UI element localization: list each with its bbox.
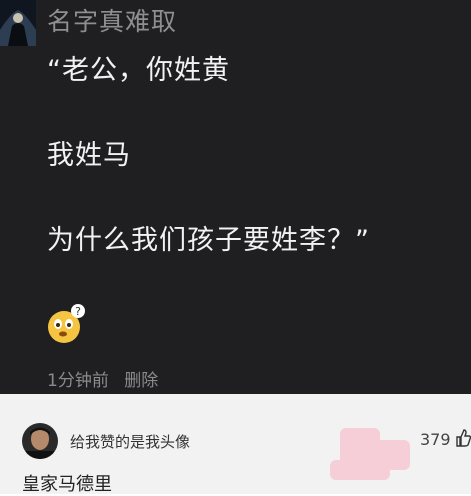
svg-text:?: ? (75, 305, 81, 318)
post-avatar[interactable] (0, 0, 36, 46)
thinking-face-emoji-icon: ? (44, 302, 88, 346)
post-text-line-3: 为什么我们孩子要姓李？” (47, 225, 370, 256)
comment-username[interactable]: 给我赞的是我头像 (70, 431, 190, 452)
post-username[interactable]: 名字真难取 (47, 2, 177, 38)
post-text-line-1: “老公，你姓黄 (47, 55, 230, 86)
post-meta: 1分钟前 删除 (47, 366, 168, 391)
comment-avatar[interactable] (22, 423, 58, 459)
watermark-blur (330, 420, 420, 490)
comment-like-count: 379 (420, 430, 451, 449)
delete-button[interactable]: 删除 (124, 371, 158, 391)
post-text-line-2: 我姓马 (47, 140, 131, 171)
comment-text: 皇家马德里 (22, 474, 112, 495)
thumb-up-icon[interactable] (455, 428, 471, 448)
post-time: 1分钟前 (47, 371, 109, 391)
